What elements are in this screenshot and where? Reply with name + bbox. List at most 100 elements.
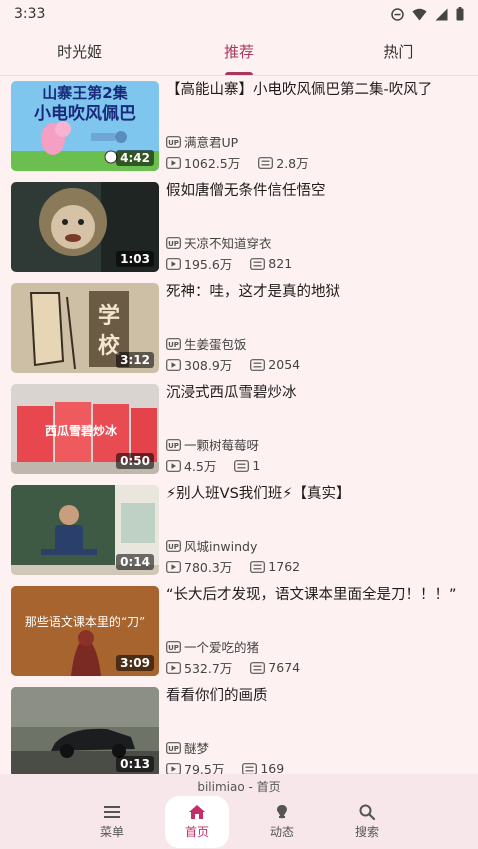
danmaku-count: 2.8万 [276,156,309,171]
video-item[interactable]: 山寨王第2集 小电吹风佩巴 4:42 【高能山寨】小电吹风佩巴第二集-吹风了 U… [0,76,478,177]
danmaku-count: 7674 [268,660,301,675]
svg-text:小电吹风佩巴: 小电吹风佩巴 [34,103,136,124]
danmaku-count: 169 [260,761,285,774]
video-stats: 532.7万 7674 [166,658,300,677]
video-duration: 1:03 [116,251,154,267]
uploader-name: 醚梦 [184,741,210,756]
play-count-icon [166,560,181,573]
up-icon: UP [166,438,181,451]
bottom-page-label: bilimiao - 首页 [197,780,281,794]
tab-active-indicator [224,72,253,75]
svg-text:UP: UP [168,239,179,247]
video-stats: 780.3万 1762 [166,557,300,576]
video-title: “长大后才发现，语文课本里面全是刀！！！” [166,587,457,603]
bottom-navigation: bilimiao - 首页 菜单 首页 动态 搜索 [0,774,478,849]
video-title: 死神：哇，这才是真的地狱 [166,284,340,300]
video-stats: 79.5万 169 [166,759,284,774]
video-thumbnail: 山寨王第2集 小电吹风佩巴 4:42 [11,81,159,171]
top-tabs: 时光姬 推荐 热门 [0,28,478,76]
video-uploader: UP 满意君UP [166,132,238,151]
video-duration: 3:09 [116,655,154,671]
view-count: 780.3万 [184,560,233,575]
video-stats: 4.5万 1 [166,456,260,475]
play-count-icon [166,358,181,371]
danmaku-count: 2054 [268,357,301,372]
video-item[interactable]: 学 校 3:12 死神：哇，这才是真的地狱 UP 生姜蛋包饭 308.9万 20… [0,278,478,379]
danmaku-icon [250,560,266,573]
danmaku-count: 821 [268,256,293,271]
video-item[interactable]: 1:03 假如唐僧无条件信任悟空 UP 天凉不知道穿衣 195.6万 821 [0,177,478,278]
view-count: 195.6万 [184,257,233,272]
play-count-icon [166,257,181,270]
danmaku-icon [242,762,258,774]
video-item[interactable]: 0:13 看看你们的画质 UP 醚梦 79.5万 169 [0,682,478,774]
view-count: 308.9万 [184,358,233,373]
signal-icon [435,8,448,21]
status-icons [391,7,464,21]
video-title: 【高能山寨】小电吹风佩巴第二集-吹风了 [166,82,433,98]
danmaku-icon [234,459,250,472]
svg-text:UP: UP [168,643,179,651]
up-icon: UP [166,135,181,148]
video-duration: 3:12 [116,352,154,368]
uploader-name: 生姜蛋包饭 [184,337,247,352]
play-count-icon [166,661,181,674]
up-icon: UP [166,236,181,249]
view-count: 532.7万 [184,661,233,676]
danmaku-icon [258,156,274,169]
video-item[interactable]: 西瓜雪碧炒冰 0:50 沉浸式西瓜雪碧炒冰 UP 一颗树莓莓呀 4.5万 1 [0,379,478,480]
dynamic-icon [273,804,291,820]
svg-text:学: 学 [98,303,120,329]
video-thumbnail: 0:13 [11,687,159,774]
play-count-icon [166,762,181,774]
uploader-name: 一颗树莓莓呀 [184,438,260,453]
view-count: 79.5万 [184,762,225,774]
video-thumbnail: 0:14 [11,485,159,575]
video-uploader: UP 一颗树莓莓呀 [166,435,259,454]
video-stats: 1062.5万 2.8万 [166,153,309,172]
tab-recommend[interactable]: 推荐 [159,28,318,75]
video-uploader: UP 醚梦 [166,738,209,757]
video-uploader: UP 生姜蛋包饭 [166,334,247,353]
svg-text:UP: UP [168,138,179,146]
play-count-icon [166,156,181,169]
svg-text:UP: UP [168,744,179,752]
video-duration: 4:42 [116,150,154,166]
view-count: 1062.5万 [184,156,241,171]
video-thumbnail: 1:03 [11,182,159,272]
video-thumbnail: 学 校 3:12 [11,283,159,373]
nav-home[interactable]: 首页 [165,796,229,848]
up-icon: UP [166,539,181,552]
up-icon: UP [166,640,181,653]
video-list[interactable]: 山寨王第2集 小电吹风佩巴 4:42 【高能山寨】小电吹风佩巴第二集-吹风了 U… [0,76,478,774]
svg-text:西瓜雪碧炒冰: 西瓜雪碧炒冰 [45,423,118,438]
video-item[interactable]: 那些语文课本里的“刀” 3:09 “长大后才发现，语文课本里面全是刀！！！” U… [0,581,478,682]
video-thumbnail: 那些语文课本里的“刀” 3:09 [11,586,159,676]
danmaku-icon [250,358,266,371]
nav-dynamic[interactable]: 动态 [250,796,314,848]
video-uploader: UP 天凉不知道穿衣 [166,233,272,252]
nav-menu[interactable]: 菜单 [80,796,144,848]
wifi-icon [412,8,427,21]
tab-shiguangji[interactable]: 时光姬 [0,28,159,75]
uploader-name: 满意君UP [184,135,239,150]
video-item[interactable]: 0:14 ⚡别人班VS我们班⚡【真实】 UP 风城inwindy 780.3万 … [0,480,478,581]
menu-icon [103,804,121,820]
video-title: 看看你们的画质 [166,688,268,704]
svg-text:那些语文课本里的“刀”: 那些语文课本里的“刀” [25,614,145,629]
search-icon [358,804,376,820]
tab-hot[interactable]: 热门 [319,28,478,75]
svg-text:UP: UP [168,340,179,348]
danmaku-count: 1 [252,458,261,473]
battery-icon [456,7,464,21]
play-count-icon [166,459,181,472]
danmaku-icon [250,661,266,674]
home-icon [188,804,206,820]
svg-text:山寨王第2集: 山寨王第2集 [42,84,128,102]
video-thumbnail: 西瓜雪碧炒冰 0:50 [11,384,159,474]
video-duration: 0:14 [116,554,154,570]
nav-search[interactable]: 搜索 [335,796,399,848]
svg-text:UP: UP [168,441,179,449]
danmaku-count: 1762 [268,559,301,574]
status-time: 3:33 [14,6,46,22]
